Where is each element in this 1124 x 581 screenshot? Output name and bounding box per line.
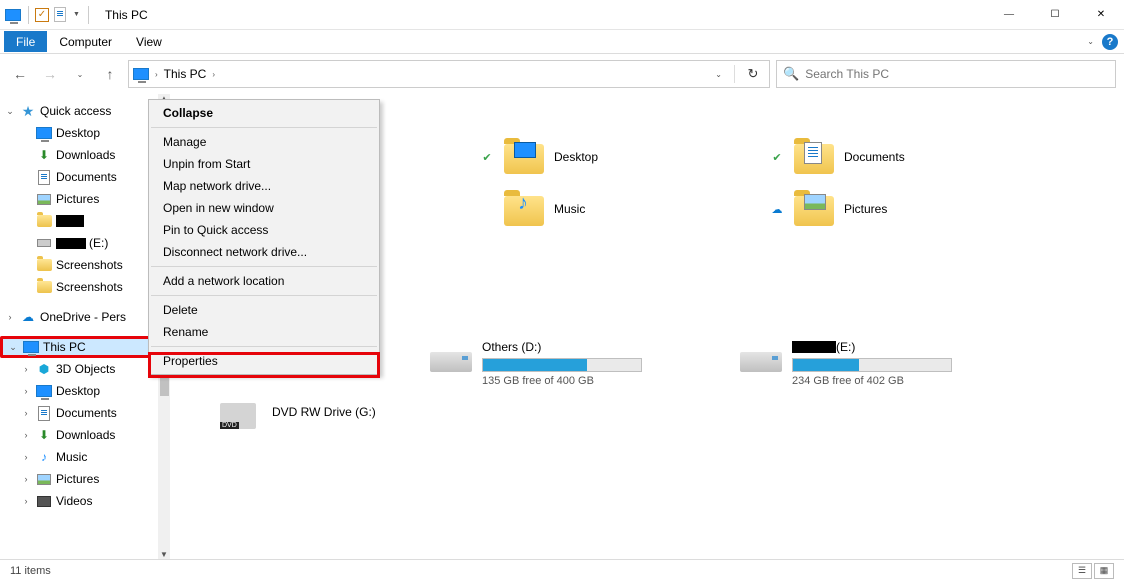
ctx-manage[interactable]: Manage	[149, 131, 379, 153]
folder-tile-desktop[interactable]: ✔ Desktop	[480, 136, 740, 178]
title-bar: ✓ ▼ This PC — ☐ ✕	[0, 0, 1124, 30]
drive-tile-redacted-e[interactable]: (E:) 234 GB free of 402 GB	[740, 340, 1020, 387]
ctx-delete[interactable]: Delete	[149, 299, 379, 321]
cube-icon: ⬢	[36, 361, 52, 377]
help-icon[interactable]: ?	[1102, 34, 1118, 50]
sync-ok-icon: ✔	[480, 151, 494, 164]
drive-free-text: 135 GB free of 400 GB	[482, 375, 710, 387]
sidebar-this-pc[interactable]: ⌄ This PC	[0, 336, 158, 358]
capacity-bar	[482, 358, 642, 372]
folder-tile-documents[interactable]: ✔ Documents	[770, 136, 1030, 178]
sidebar-item-3d-objects[interactable]: ›⬢ 3D Objects	[0, 358, 158, 380]
music-icon: ♪	[36, 449, 52, 465]
qat-separator-2	[88, 6, 89, 24]
sidebar-item-drive-e[interactable]: (E:)	[0, 232, 158, 254]
drive-free-text: 234 GB free of 402 GB	[792, 375, 1020, 387]
ctx-pin-quick-access[interactable]: Pin to Quick access	[149, 219, 379, 241]
hdd-icon	[740, 340, 782, 372]
download-icon: ⬇	[36, 427, 52, 443]
this-pc-icon	[4, 6, 22, 24]
sidebar-item-documents[interactable]: Documents	[0, 166, 158, 188]
up-button[interactable]: ↑	[98, 62, 122, 86]
address-crumb[interactable]: This PC	[164, 67, 207, 81]
maximize-button[interactable]: ☐	[1032, 0, 1078, 30]
ctx-separator	[151, 295, 377, 296]
ribbon-tabs: File Computer View ⌄ ?	[0, 30, 1124, 54]
crumb-sep-icon[interactable]: ›	[155, 70, 158, 79]
ctx-add-network-location[interactable]: Add a network location	[149, 270, 379, 292]
sync-ok-icon: ✔	[770, 151, 784, 164]
sidebar-item-pc-pictures[interactable]: › Pictures	[0, 468, 158, 490]
ctx-separator	[151, 266, 377, 267]
refresh-button[interactable]: ↻	[741, 66, 765, 82]
search-box[interactable]: 🔍	[776, 60, 1116, 88]
capacity-bar	[792, 358, 952, 372]
sidebar-item-screenshots-1[interactable]: Screenshots	[0, 254, 158, 276]
sidebar-item-pc-videos[interactable]: › Videos	[0, 490, 158, 512]
ctx-rename[interactable]: Rename	[149, 321, 379, 343]
sidebar-item-screenshots-2[interactable]: Screenshots	[0, 276, 158, 298]
sidebar-item-desktop[interactable]: Desktop	[0, 122, 158, 144]
new-folder-qat-icon[interactable]	[51, 6, 69, 24]
ctx-properties[interactable]: Properties	[149, 350, 379, 372]
folder-tile-music[interactable]: ♪ Music	[480, 188, 740, 230]
ctx-disconnect-network[interactable]: Disconnect network drive...	[149, 241, 379, 263]
sidebar-item-pc-downloads[interactable]: ›⬇ Downloads	[0, 424, 158, 446]
ctx-separator	[151, 346, 377, 347]
address-history-dropdown[interactable]: ⌄	[709, 70, 728, 79]
cloud-sync-icon: ☁	[770, 203, 784, 216]
search-icon: 🔍	[783, 66, 799, 82]
redacted-label	[56, 215, 84, 227]
ribbon-tab-file[interactable]: File	[4, 31, 47, 52]
location-icon	[133, 68, 149, 80]
sidebar-item-pc-documents[interactable]: › Documents	[0, 402, 158, 424]
qat-separator	[28, 6, 29, 24]
redacted-label	[792, 341, 836, 353]
context-menu: Collapse Manage Unpin from Start Map net…	[148, 99, 380, 375]
cloud-icon: ☁	[20, 309, 36, 325]
drive-tile-others-d[interactable]: Others (D:) 135 GB free of 400 GB	[430, 340, 710, 387]
sidebar-item-pictures[interactable]: Pictures	[0, 188, 158, 210]
view-toggle[interactable]: ☰ ▦	[1072, 563, 1114, 579]
download-icon: ⬇	[36, 147, 52, 163]
dvd-icon	[220, 397, 262, 429]
properties-qat-icon[interactable]: ✓	[35, 8, 49, 22]
window-title: This PC	[105, 8, 148, 22]
details-view-icon[interactable]: ☰	[1072, 563, 1092, 579]
ctx-collapse[interactable]: Collapse	[149, 102, 379, 124]
large-icons-view-icon[interactable]: ▦	[1094, 563, 1114, 579]
ctx-open-new-window[interactable]: Open in new window	[149, 197, 379, 219]
ribbon-tab-view[interactable]: View	[124, 31, 174, 52]
search-input[interactable]	[805, 67, 1109, 81]
redacted-label	[56, 238, 86, 249]
recent-locations-dropdown[interactable]: ⌄	[68, 62, 92, 86]
back-button[interactable]: ←	[8, 62, 32, 86]
qat-customize-dropdown[interactable]: ▼	[71, 11, 82, 18]
close-button[interactable]: ✕	[1078, 0, 1124, 30]
drive-tile-dvd-g[interactable]: DVD RW Drive (G:)	[220, 397, 500, 429]
item-count: 11 items	[10, 565, 51, 577]
crumb-sep-icon-2[interactable]: ›	[212, 70, 215, 79]
ctx-separator	[151, 127, 377, 128]
address-bar[interactable]: › This PC › ⌄ ↻	[128, 60, 770, 88]
ctx-map-network-drive[interactable]: Map network drive...	[149, 175, 379, 197]
sidebar-quick-access[interactable]: ⌄ ★ Quick access	[0, 100, 158, 122]
sidebar-onedrive[interactable]: ›☁ OneDrive - Pers	[0, 306, 158, 328]
folder-tile-pictures[interactable]: ☁ Pictures	[770, 188, 1030, 230]
navigation-pane[interactable]: ⌄ ★ Quick access Desktop ⬇ Downloads Doc…	[0, 94, 158, 559]
quick-access-toolbar: ✓ ▼	[0, 6, 97, 24]
sidebar-item-redacted-1[interactable]	[0, 210, 158, 232]
hdd-icon	[430, 340, 472, 372]
forward-button[interactable]: →	[38, 62, 62, 86]
minimize-button[interactable]: —	[986, 0, 1032, 30]
sidebar-item-pc-desktop[interactable]: › Desktop	[0, 380, 158, 402]
status-bar: 11 items ☰ ▦	[0, 559, 1124, 581]
ctx-unpin-start[interactable]: Unpin from Start	[149, 153, 379, 175]
sidebar-item-downloads[interactable]: ⬇ Downloads	[0, 144, 158, 166]
ribbon-tab-computer[interactable]: Computer	[47, 31, 124, 52]
navigation-toolbar: ← → ⌄ ↑ › This PC › ⌄ ↻ 🔍	[0, 54, 1124, 94]
sidebar-item-pc-music[interactable]: ›♪ Music	[0, 446, 158, 468]
ribbon-collapse-icon[interactable]: ⌄	[1087, 37, 1094, 46]
star-icon: ★	[20, 103, 36, 119]
